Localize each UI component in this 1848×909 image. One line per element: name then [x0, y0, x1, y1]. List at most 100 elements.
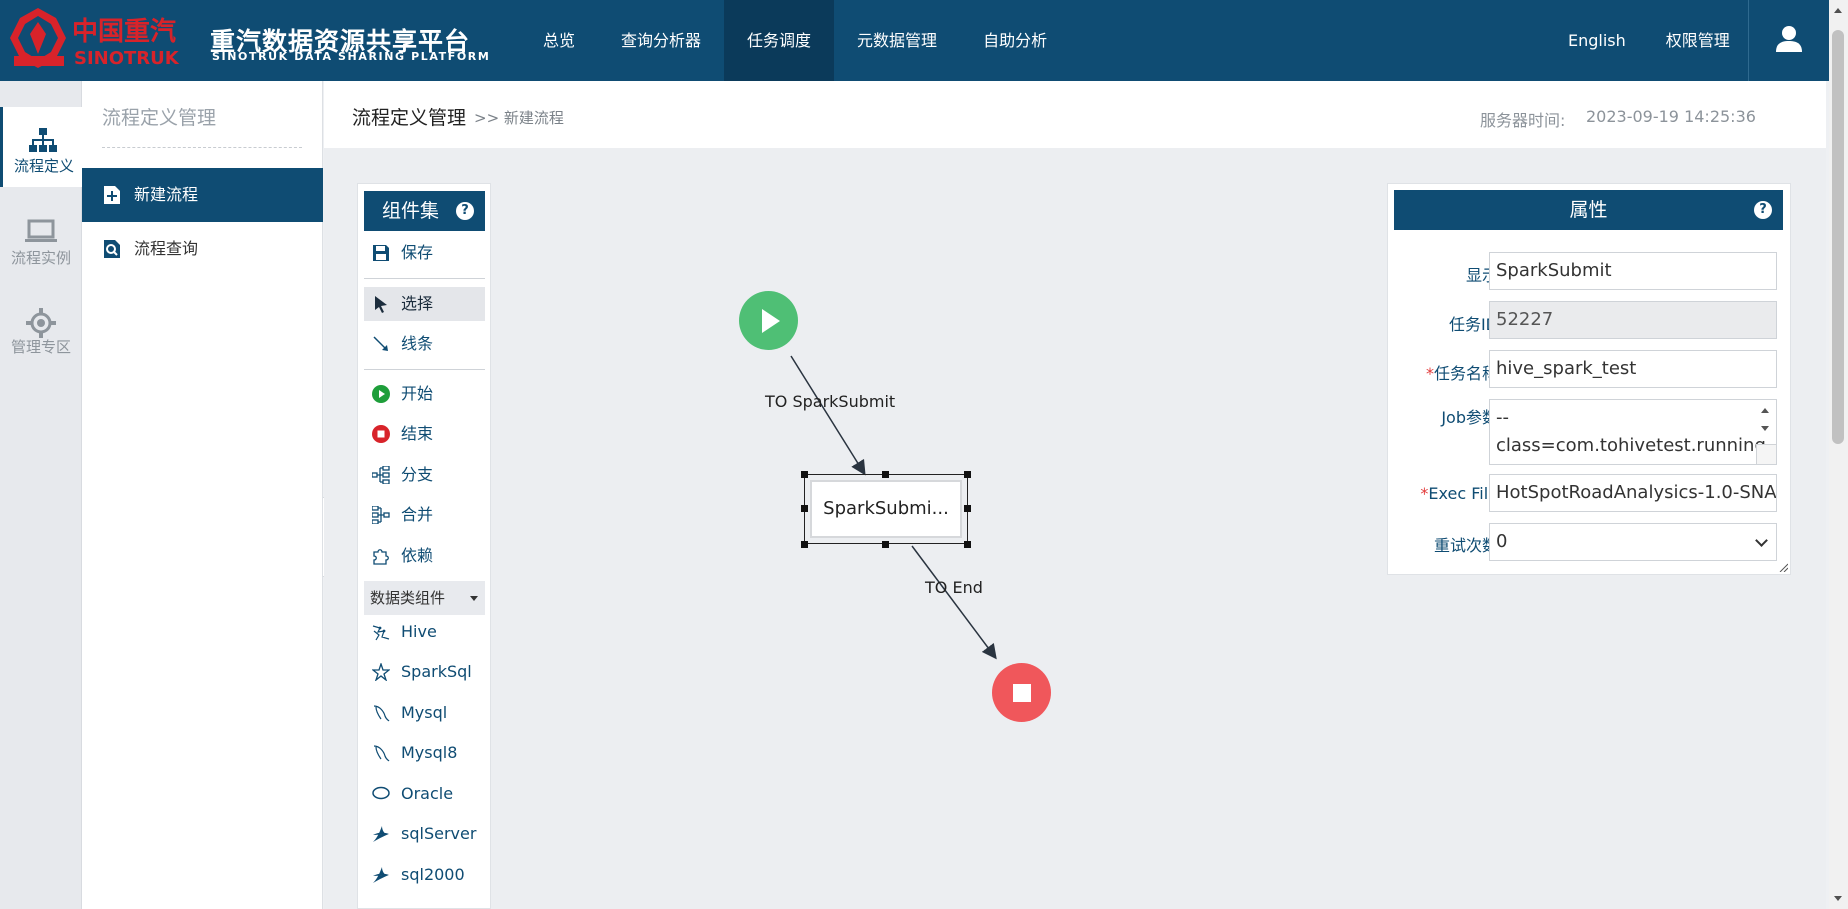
palette-divider: [364, 278, 485, 279]
field-label-exec-file: *Exec File: [1420, 484, 1498, 503]
resize-handle-s[interactable]: [882, 541, 889, 548]
cursor-icon: [375, 296, 387, 313]
save-icon: [373, 245, 389, 261]
display-input[interactable]: SparkSubmit: [1489, 252, 1777, 290]
edge-label-to-end[interactable]: TO End: [925, 578, 983, 597]
join-icon: [372, 506, 390, 524]
flow-task-node-sparksubmit[interactable]: SparkSubmi...: [804, 474, 968, 544]
task-id-input: 52227: [1489, 301, 1777, 339]
palette-node-start[interactable]: 开始: [364, 377, 485, 411]
palette-item-label: 分支: [401, 465, 434, 484]
palette-item-label: 线条: [401, 334, 434, 353]
spark-star-icon: [372, 663, 390, 681]
job-params-text: -- class=com.tohivetest.running.: [1496, 407, 1772, 456]
task-node-label: SparkSubmi...: [810, 480, 962, 538]
properties-header: 属性 ?: [1394, 190, 1783, 230]
resize-handle-nw[interactable]: [801, 471, 808, 478]
palette-item-label: 依赖: [401, 546, 434, 565]
palette-item-label: 选择: [401, 294, 434, 313]
palette-header: 组件集 ?: [364, 191, 485, 231]
stop-icon: [1013, 684, 1031, 702]
oracle-ellipse-icon: [372, 786, 390, 800]
palette-node-dependency[interactable]: 依赖: [364, 539, 485, 573]
sqlserver-icon: [373, 826, 389, 842]
edge-label-to-sparksubmit[interactable]: TO SparkSubmit: [765, 392, 895, 411]
play-icon: [762, 309, 780, 333]
palette-component-sqlserver[interactable]: sqlServer: [364, 817, 485, 851]
resize-handle-sw[interactable]: [801, 541, 808, 548]
field-label-task-id: 任务ID: [1448, 315, 1498, 334]
palette-title: 组件集: [382, 200, 440, 222]
scroll-down-arrow-icon[interactable]: [1834, 896, 1842, 901]
flow-end-node[interactable]: [992, 663, 1051, 722]
field-label-job-params: Job参数: [1441, 408, 1498, 427]
palette-item-label: 合并: [401, 505, 434, 524]
stop-circle-icon: [372, 425, 390, 443]
palette-component-mysql8[interactable]: Mysql8: [364, 736, 485, 770]
palette-tool-select[interactable]: 选择: [364, 287, 485, 321]
panel-resize-grip-icon[interactable]: [1778, 562, 1788, 572]
dolphin-icon: [373, 705, 390, 722]
palette-component-sql2000[interactable]: sql2000: [364, 858, 485, 892]
puzzle-icon: [373, 549, 389, 565]
hive-icon: [372, 625, 390, 641]
palette-save-button[interactable]: 保存: [364, 236, 485, 270]
palette-component-hive[interactable]: Hive: [364, 615, 485, 649]
properties-title: 属性: [1569, 199, 1608, 221]
resize-handle-e[interactable]: [964, 505, 971, 512]
field-label-task-name: *任务名称: [1425, 364, 1498, 383]
scroll-down-icon[interactable]: [1761, 426, 1769, 431]
scroll-up-icon[interactable]: [1761, 408, 1769, 413]
field-label-display: 显示: [1465, 266, 1498, 285]
caret-down-icon: [470, 596, 478, 601]
palette-tool-line[interactable]: 线条: [364, 327, 485, 361]
retry-count-value: 0: [1496, 531, 1508, 552]
palette-component-mysql[interactable]: Mysql: [364, 696, 485, 730]
retry-count-select[interactable]: 0: [1489, 523, 1777, 561]
palette-item-label: sqlServer: [401, 824, 477, 843]
exec-file-input[interactable]: HotSpotRoadAnalysics-1.0-SNAP: [1489, 474, 1777, 512]
resize-grip-icon[interactable]: [1756, 444, 1776, 464]
help-icon[interactable]: ?: [1754, 201, 1772, 219]
palette-divider: [364, 369, 485, 370]
palette-item-label: sql2000: [401, 865, 465, 884]
properties-panel: 属性 ? 显示 SparkSubmit 任务ID 52227 *任务名称 hiv…: [1387, 183, 1791, 575]
flow-start-node[interactable]: [739, 291, 798, 350]
palette-item-label: 保存: [401, 243, 434, 262]
palette-item-label: SparkSql: [401, 662, 472, 681]
palette-node-join[interactable]: 合并: [364, 498, 485, 532]
start-circle-icon: [372, 385, 390, 403]
data-components-group-toggle[interactable]: 数据类组件: [364, 581, 485, 615]
resize-handle-ne[interactable]: [964, 471, 971, 478]
palette-node-end[interactable]: 结束: [364, 417, 485, 451]
sqlserver-icon: [373, 867, 389, 883]
group-label: 数据类组件: [370, 589, 446, 607]
palette-item-label: 开始: [401, 384, 434, 403]
dolphin-icon: [373, 745, 390, 762]
edge-start-to-task[interactable]: [790, 355, 866, 476]
palette-item-label: Mysql: [401, 703, 448, 722]
resize-handle-n[interactable]: [882, 471, 889, 478]
scroll-up-arrow-icon[interactable]: [1834, 8, 1842, 13]
resize-handle-se[interactable]: [964, 541, 971, 548]
edge-task-to-end[interactable]: [911, 545, 997, 660]
palette-item-label: Mysql8: [401, 743, 458, 762]
line-arrow-icon: [373, 336, 388, 351]
field-label-retry: 重试次数: [1433, 536, 1498, 555]
component-palette: 组件集 ? 保存 选择 线条 开始 结束 分支 合并 依赖 数据类组件 Hive…: [357, 183, 491, 909]
palette-item-label: Hive: [401, 622, 437, 641]
help-icon[interactable]: ?: [456, 202, 474, 220]
palette-component-oracle[interactable]: Oracle: [364, 777, 485, 811]
task-name-input[interactable]: hive_spark_test: [1489, 350, 1777, 388]
palette-item-label: 结束: [401, 424, 434, 443]
palette-item-label: Oracle: [401, 784, 454, 803]
palette-node-fork[interactable]: 分支: [364, 458, 485, 492]
resize-handle-w[interactable]: [801, 505, 808, 512]
palette-component-sparksql[interactable]: SparkSql: [364, 655, 485, 689]
required-asterisk: *: [1425, 364, 1434, 383]
page-scrollbar[interactable]: [1829, 0, 1848, 909]
fork-icon: [372, 466, 390, 484]
job-params-textarea[interactable]: -- class=com.tohivetest.running.: [1489, 399, 1777, 465]
chevron-down-icon: [1755, 534, 1768, 547]
scrollbar-thumb[interactable]: [1832, 30, 1844, 444]
